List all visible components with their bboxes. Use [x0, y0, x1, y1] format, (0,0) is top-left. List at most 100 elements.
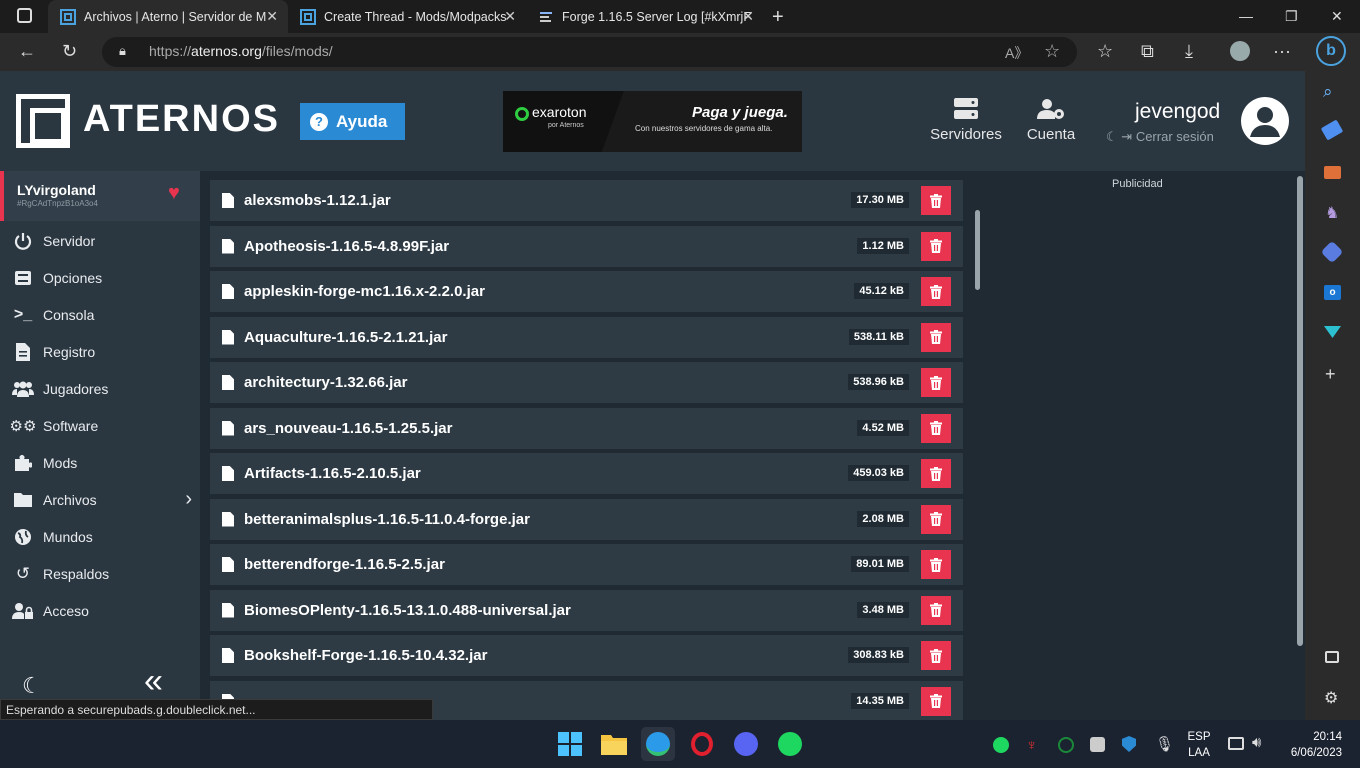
search-icon[interactable]: ⌕	[1323, 82, 1333, 102]
delete-button[interactable]	[921, 459, 951, 488]
nav-item-mods[interactable]: Mods	[0, 444, 200, 481]
mod-file-name[interactable]: alexsmobs-1.12.1.jar	[244, 192, 391, 209]
add-sidebar-app-icon[interactable]: +	[1325, 364, 1336, 385]
hide-sidebar-icon[interactable]	[1325, 651, 1339, 663]
network-icon[interactable]	[1228, 737, 1244, 750]
tab-create-thread[interactable]: Create Thread - Mods/Modpacks ✕	[288, 0, 526, 33]
file-explorer-button[interactable]	[597, 727, 631, 761]
close-tab-icon[interactable]: ✕	[504, 8, 516, 25]
minimize-icon[interactable]: —	[1239, 8, 1253, 24]
profile-icon[interactable]	[1230, 41, 1250, 61]
nav-item-respaldos[interactable]: ↺ Respaldos	[0, 555, 200, 592]
delete-button[interactable]	[921, 368, 951, 397]
servers-link[interactable]: Servidores	[925, 98, 1007, 143]
nav-item-software[interactable]: ⚙⚙ Software	[0, 407, 200, 444]
back-icon[interactable]: ←	[18, 41, 36, 62]
nav-item-jugadores[interactable]: Jugadores	[0, 370, 200, 407]
tools-icon[interactable]	[1324, 166, 1341, 179]
refresh-icon[interactable]: ↻	[62, 41, 77, 62]
delete-button[interactable]	[921, 413, 951, 443]
nav-item-opciones[interactable]: Opciones	[0, 259, 200, 296]
delete-button[interactable]	[921, 641, 951, 670]
lock-icon[interactable]: 🔒︎	[119, 43, 126, 59]
dark-mode-moon-icon[interactable]: ☾	[22, 673, 42, 699]
volume-icon[interactable]: 🔊︎	[1252, 734, 1261, 751]
mod-file-row[interactable]: ars_nouveau-1.16.5-1.25.5.jar 4.52 MB	[210, 407, 963, 449]
opera-button[interactable]	[685, 727, 719, 761]
mod-file-name[interactable]: appleskin-forge-mc1.16.x-2.2.0.jar	[244, 283, 485, 300]
mod-file-name[interactable]: Bookshelf-Forge-1.16.5-10.4.32.jar	[244, 647, 487, 664]
read-aloud-icon[interactable]: A》	[1005, 43, 1028, 63]
delete-button[interactable]	[921, 231, 951, 261]
mod-file-row[interactable]: BiomesOPlenty-1.16.5-13.1.0.488-universa…	[210, 589, 963, 631]
logout-link[interactable]: ☾ ⇥ Cerrar sesión	[1106, 129, 1214, 145]
nav-item-archivos[interactable]: Archivos ›	[0, 481, 200, 518]
mod-file-row[interactable]: architectury-1.32.66.jar 538.96 kB	[210, 362, 963, 403]
tab-forge-log[interactable]: Forge 1.16.5 Server Log [#kXmrjF ✕	[526, 0, 764, 33]
mod-file-name[interactable]: Artifacts-1.16.5-2.10.5.jar	[244, 465, 421, 482]
nav-item-mundos[interactable]: Mundos	[0, 518, 200, 555]
mod-file-row[interactable]: betterendforge-1.16.5-2.5.jar 89.01 MB	[210, 544, 963, 585]
tab-aternos-files[interactable]: Archivos | Aterno | Servidor de M ✕	[48, 0, 288, 33]
nav-item-servidor[interactable]: Servidor	[0, 222, 200, 259]
bing-icon[interactable]: b	[1316, 36, 1346, 66]
nav-item-acceso[interactable]: Acceso	[0, 592, 200, 629]
tray-pen-icon[interactable]	[1090, 737, 1105, 752]
mod-file-row[interactable]: Bookshelf-Forge-1.16.5-10.4.32.jar 308.83…	[210, 635, 963, 676]
games-icon[interactable]: ♞	[1325, 203, 1339, 223]
start-button[interactable]	[553, 727, 587, 761]
delete-button[interactable]	[921, 550, 951, 579]
avatar[interactable]	[1241, 97, 1289, 145]
exaroton-ad-banner[interactable]: exaroton por Aternos Paga y juega. Con n…	[503, 91, 802, 152]
more-menu-icon[interactable]: ···	[1273, 41, 1291, 62]
aternos-logo-icon[interactable]	[16, 94, 70, 148]
nav-item-registro[interactable]: Registro	[0, 333, 200, 370]
restore-icon[interactable]: ❐	[1285, 8, 1298, 25]
mod-file-name[interactable]: betteranimalsplus-1.16.5-11.0.4-forge.ja…	[244, 511, 530, 528]
help-button[interactable]: ? Ayuda	[300, 103, 405, 140]
downloads-icon[interactable]: ⤓	[1185, 41, 1193, 62]
delete-button[interactable]	[921, 504, 951, 534]
delete-button[interactable]	[921, 277, 951, 306]
nav-item-consola[interactable]: >_ Consola	[0, 296, 200, 333]
page-scrollbar[interactable]	[1297, 176, 1303, 646]
moon-icon[interactable]: ☾	[1106, 129, 1118, 144]
url-text[interactable]: https://aternos.org/files/mods/	[149, 43, 333, 59]
new-tab-icon[interactable]: +	[772, 6, 784, 29]
sidebar-settings-icon[interactable]: ⚙	[1324, 688, 1338, 708]
mod-file-name[interactable]: ars_nouveau-1.16.5-1.25.5.jar	[244, 420, 452, 437]
discord-button[interactable]	[729, 727, 763, 761]
mod-file-name[interactable]: architectury-1.32.66.jar	[244, 374, 407, 391]
spotify-button[interactable]	[773, 727, 807, 761]
mod-file-row[interactable]: Aquaculture-1.16.5-2.1.21.jar 538.11 kB	[210, 316, 963, 358]
tab-actions-icon[interactable]	[17, 8, 32, 23]
language-indicator[interactable]: ESP LAA	[1186, 729, 1212, 761]
spotify-tray-icon[interactable]	[993, 737, 1009, 753]
collections-icon[interactable]: ⧉	[1141, 41, 1154, 62]
mod-file-row[interactable]: appleskin-forge-mc1.16.x-2.2.0.jar 45.12 …	[210, 271, 963, 312]
outlook-icon[interactable]: o	[1324, 285, 1341, 300]
mod-file-name[interactable]: BiomesOPlenty-1.16.5-13.1.0.488-universa…	[244, 602, 571, 619]
mod-file-name[interactable]: Apotheosis-1.16.5-4.8.99F.jar	[244, 238, 449, 255]
mod-file-row[interactable]: Apotheosis-1.16.5-4.8.99F.jar 1.12 MB	[210, 225, 963, 267]
logo-text[interactable]: ATERNOS	[83, 98, 280, 141]
clock[interactable]: 20:14 6/06/2023	[1276, 729, 1342, 761]
account-link[interactable]: Cuenta	[1020, 98, 1082, 143]
delete-button[interactable]	[921, 322, 951, 352]
microphone-icon[interactable]: 🎙︎	[1155, 735, 1174, 753]
mod-file-row[interactable]: alexsmobs-1.12.1.jar 17.30 MB	[210, 180, 963, 221]
delete-button[interactable]	[921, 186, 951, 215]
close-tab-icon[interactable]: ✕	[742, 8, 754, 25]
close-window-icon[interactable]: ✕	[1331, 8, 1343, 25]
mod-file-row[interactable]: betteranimalsplus-1.16.5-11.0.4-forge.ja…	[210, 498, 963, 540]
broken-heart-icon[interactable]: ♥	[168, 183, 180, 203]
favorites-icon[interactable]: ☆	[1097, 41, 1113, 62]
delete-button[interactable]	[921, 595, 951, 625]
favorite-star-icon[interactable]: ☆	[1044, 41, 1060, 62]
collapse-sidebar-icon[interactable]: «	[144, 664, 163, 698]
delete-button[interactable]	[921, 686, 951, 716]
tray-app-icon[interactable]	[1058, 737, 1074, 753]
mod-file-name[interactable]: Aquaculture-1.16.5-2.1.21.jar	[244, 329, 447, 346]
mod-file-name[interactable]: betterendforge-1.16.5-2.5.jar	[244, 556, 445, 573]
edge-button[interactable]	[641, 727, 675, 761]
